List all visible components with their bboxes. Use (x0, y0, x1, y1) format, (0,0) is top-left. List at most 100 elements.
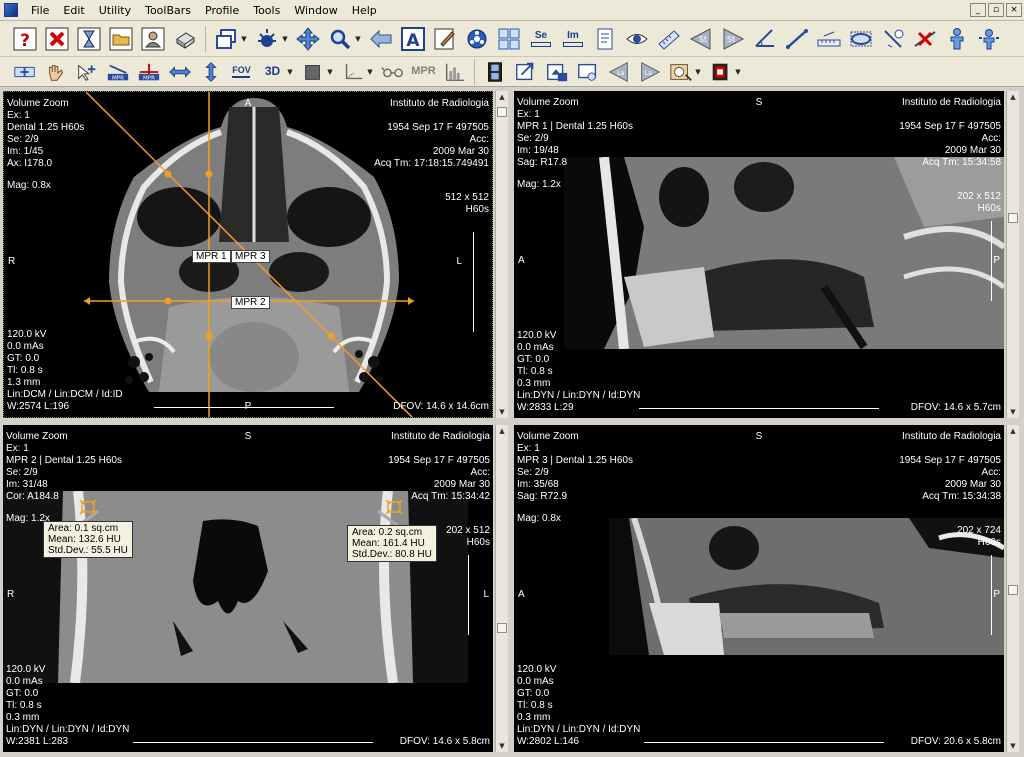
mpr3-line-label[interactable]: MPR 3 (231, 250, 270, 263)
export-button[interactable] (511, 59, 540, 85)
folder-icon (109, 27, 133, 50)
axes-dropdown[interactable]: ▼ (366, 57, 374, 87)
3d-dropdown[interactable]: ▼ (286, 57, 294, 87)
report-button[interactable] (590, 24, 620, 54)
person-button[interactable] (942, 24, 972, 54)
glasses-button[interactable] (378, 59, 407, 85)
menu-file[interactable]: File (24, 0, 56, 21)
cancel-button[interactable] (42, 24, 72, 54)
export-icon (515, 62, 533, 80)
menu-toolbars[interactable]: ToolBars (138, 0, 198, 21)
menu-window[interactable]: Window (287, 0, 344, 21)
roi-stats-left[interactable]: Area: 0.1 sq.cm Mean: 132.6 HU Std.Dev.:… (43, 521, 133, 558)
menu-help[interactable]: Help (345, 0, 384, 21)
acquisition-info-bottom-left: 120.0 kV 0.0 mAs GT: 0.0 Tl: 0.8 s 0.3 m… (6, 664, 130, 747)
ellipse-roi-button[interactable] (846, 24, 876, 54)
pan-button[interactable] (293, 24, 323, 54)
patient-button[interactable] (138, 24, 168, 54)
viewport-mpr3-scrollbar[interactable]: ▲ ▼ (1006, 425, 1019, 752)
roi-stats-right[interactable]: Area: 0.2 sq.cm Mean: 161.4 HU Std.Dev.:… (347, 525, 437, 562)
box-dropdown[interactable]: ▼ (326, 57, 334, 87)
film-dropdown[interactable]: ▼ (734, 57, 742, 87)
link-series-button[interactable] (10, 59, 39, 85)
menu-tools[interactable]: Tools (246, 0, 287, 21)
fov-button[interactable]: FOV (227, 59, 256, 85)
menu-edit[interactable]: Edit (56, 0, 91, 21)
delete-annotation-button[interactable] (910, 24, 940, 54)
zoom-button[interactable] (325, 24, 355, 54)
orientation-left: A (518, 255, 525, 266)
hanging-protocol-button[interactable] (480, 59, 509, 85)
toolbar-separator (474, 58, 475, 85)
help-button[interactable]: ? (10, 24, 40, 54)
restore-button[interactable]: ▫ (988, 3, 1004, 17)
layout-dropdown[interactable]: ▼ (240, 24, 248, 54)
text-a-icon: A (401, 26, 425, 51)
la-left-label: La (617, 68, 625, 76)
person-arrows-icon (979, 28, 999, 49)
person-position-button[interactable] (974, 24, 1004, 54)
histogram-button[interactable] (440, 59, 469, 85)
menu-utility[interactable]: Utility (92, 0, 138, 21)
hourglass-button[interactable] (74, 24, 104, 54)
mpr2-line-label[interactable]: MPR 2 (231, 296, 270, 309)
series-button[interactable]: Se (526, 24, 556, 54)
viewport-mpr2[interactable]: Area: 0.1 sq.cm Mean: 132.6 HU Std.Dev.:… (3, 425, 493, 752)
image-button[interactable]: Im (558, 24, 588, 54)
angle-button[interactable] (750, 24, 780, 54)
axes-button[interactable] (338, 59, 367, 85)
viewport-mpr3[interactable]: Volume Zoom Ex: 1 MPR 3 | Dental 1.25 H6… (514, 425, 1004, 752)
edit-annotation-button[interactable] (430, 24, 460, 54)
ellipse-icon (850, 31, 872, 46)
annotation-text-button[interactable]: A (398, 24, 428, 54)
mpr1-line-label[interactable]: MPR 1 (192, 250, 231, 263)
open-folder-button[interactable] (106, 24, 136, 54)
box-button[interactable] (298, 59, 327, 85)
probe-button[interactable] (878, 24, 908, 54)
screen-capture-button[interactable] (573, 59, 602, 85)
vertical-arrows-button[interactable] (196, 59, 225, 85)
viewport-mpr2-scrollbar[interactable]: ▲ ▼ (495, 425, 508, 752)
viewport-axial-scrollbar[interactable]: ▲ ▼ (495, 91, 508, 418)
vertical-scale (464, 555, 469, 635)
window-level-button[interactable] (252, 24, 282, 54)
zoom-dropdown[interactable]: ▼ (354, 24, 362, 54)
dfov-label: DFOV: 14.6 x 14.6cm (393, 401, 489, 412)
ruler-button[interactable] (654, 24, 684, 54)
stack-next-button[interactable]: St (718, 24, 748, 54)
grid-layout-button[interactable] (494, 24, 524, 54)
label-next-button[interactable]: La (635, 59, 664, 85)
scanner-button[interactable] (666, 59, 695, 85)
eye-icon (626, 33, 648, 44)
calibrate-button[interactable] (814, 24, 844, 54)
primary-toolbar: ? ▼ ▼ ▼ A Se Im St St (0, 21, 1024, 57)
save-image-button[interactable] (542, 59, 571, 85)
view-button[interactable] (622, 24, 652, 54)
stack-previous-button[interactable]: St (686, 24, 716, 54)
magnification-label: Mag: 0.8x (7, 180, 51, 191)
mpr-cross-button[interactable]: MPR (134, 59, 163, 85)
brightness-icon (258, 28, 276, 47)
viewport-mpr1[interactable]: Volume Zoom Ex: 1 MPR 1 | Dental 1.25 H6… (514, 91, 1004, 418)
minimize-button[interactable]: _ (970, 3, 986, 17)
line-measure-button[interactable] (782, 24, 812, 54)
horizontal-arrows-button[interactable] (165, 59, 194, 85)
3d-button[interactable]: 3D (258, 59, 287, 85)
menu-profile[interactable]: Profile (198, 0, 246, 21)
cine-button[interactable] (462, 24, 492, 54)
print-button[interactable] (170, 24, 200, 54)
viewport-mpr1-scrollbar[interactable]: ▲ ▼ (1006, 91, 1019, 418)
film-reel-icon (467, 29, 487, 48)
mpr-oblique-button[interactable]: MPR (103, 59, 132, 85)
mpr-button[interactable]: MPR (409, 59, 438, 85)
localizer-button[interactable] (72, 59, 101, 85)
film-button[interactable] (706, 59, 735, 85)
layout-button[interactable] (211, 24, 241, 54)
scanner-dropdown[interactable]: ▼ (694, 57, 702, 87)
close-button[interactable]: × (1006, 3, 1022, 17)
previous-button[interactable] (366, 24, 396, 54)
hand-button[interactable] (41, 59, 70, 85)
window-level-dropdown[interactable]: ▼ (281, 24, 289, 54)
viewport-axial[interactable]: MPR 1 MPR 3 MPR 2 Volume Zoom Ex: 1 Dent… (3, 91, 493, 418)
label-previous-button[interactable]: La (604, 59, 633, 85)
